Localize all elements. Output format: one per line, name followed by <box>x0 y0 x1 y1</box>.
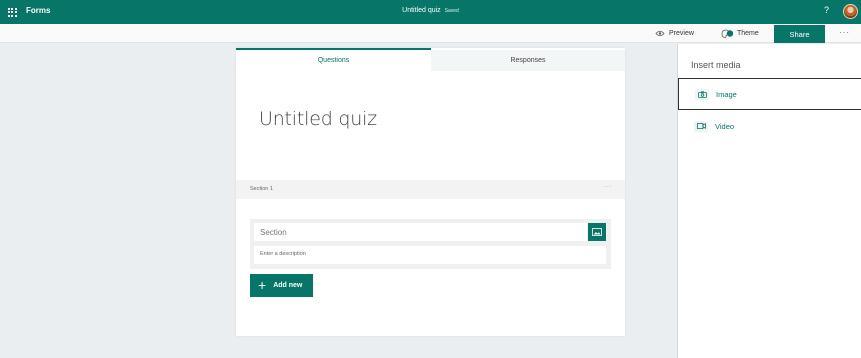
saved-status: Saved <box>444 8 459 14</box>
theme-label: Theme <box>737 30 759 37</box>
theme-button[interactable]: Theme <box>721 24 759 43</box>
camera-icon <box>695 88 709 100</box>
section-header: Section 1 ··· <box>236 180 625 199</box>
avatar[interactable] <box>843 4 858 19</box>
document-title: Untitled quiz Saved <box>0 7 861 14</box>
insert-video-label: Video <box>715 121 735 131</box>
palette-icon <box>721 29 733 38</box>
section-more-icon[interactable]: ··· <box>603 184 612 190</box>
section-editor: Section Enter a description <box>250 219 611 269</box>
eye-icon <box>655 30 665 37</box>
quiz-title[interactable]: Untitled quiz <box>259 108 377 130</box>
preview-label: Preview <box>669 30 694 37</box>
add-new-label: Add new <box>273 282 303 289</box>
image-icon <box>592 228 602 236</box>
tab-responses[interactable]: Responses <box>431 50 625 71</box>
plus-icon: + <box>258 276 267 293</box>
help-icon[interactable]: ? <box>824 5 829 15</box>
insert-image-label: Image <box>716 89 737 99</box>
insert-media-panel: Insert media Image Video <box>677 44 861 358</box>
more-options-icon[interactable]: ··· <box>839 28 850 37</box>
preview-button[interactable]: Preview <box>655 24 694 43</box>
share-button[interactable]: Share <box>774 25 825 43</box>
top-bar: Forms Untitled quiz Saved ? <box>0 0 861 24</box>
insert-video-item[interactable]: Video <box>678 110 861 142</box>
section-description-input[interactable]: Enter a description <box>254 246 606 264</box>
insert-image-button[interactable] <box>588 223 606 241</box>
tab-questions[interactable]: Questions <box>236 48 431 71</box>
panel-title: Insert media <box>691 60 741 70</box>
section-label: Section 1 <box>250 186 273 192</box>
video-icon <box>694 120 708 132</box>
insert-image-item[interactable]: Image <box>678 78 861 110</box>
form-card: Questions Responses Untitled quiz Sectio… <box>236 48 625 336</box>
command-bar: Preview Theme <box>0 24 861 43</box>
document-title-text: Untitled quiz <box>402 7 441 14</box>
section-title-input[interactable]: Section <box>254 223 587 241</box>
add-new-button[interactable]: + Add new <box>250 274 313 297</box>
